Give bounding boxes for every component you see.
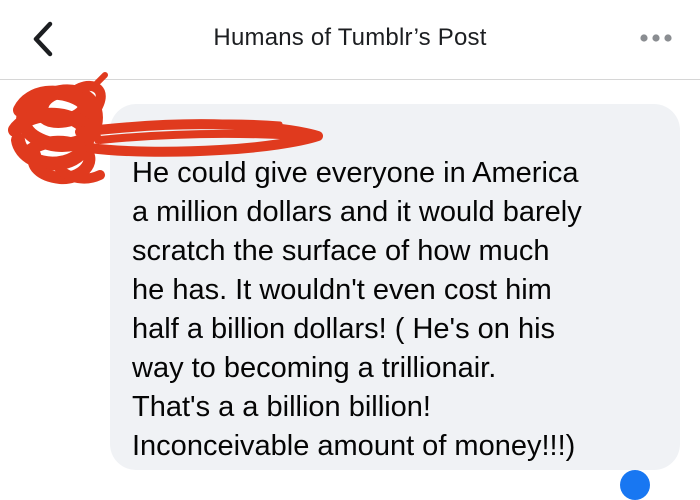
app-header: Humans of Tumblr’s Post — [0, 0, 700, 80]
more-options-button[interactable] — [636, 28, 676, 48]
comment-bubble: He could give everyone in America a mill… — [110, 104, 680, 470]
comment-text: He could give everyone in America a mill… — [132, 157, 582, 462]
page-title: Humans of Tumblr’s Post — [213, 24, 487, 51]
more-horizontal-icon — [640, 34, 672, 42]
reaction-badge[interactable] — [620, 470, 650, 500]
avatar[interactable] — [0, 80, 120, 220]
